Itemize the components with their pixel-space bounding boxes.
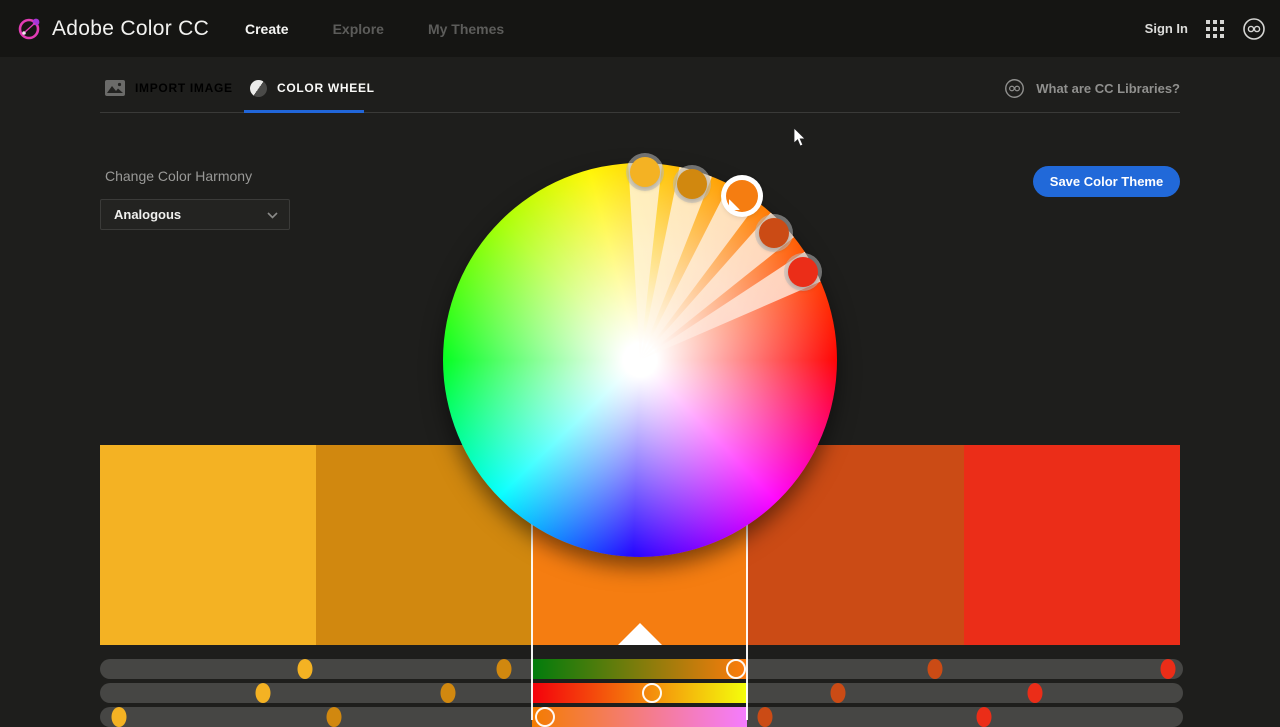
creative-cloud-icon[interactable] [1242,17,1266,41]
slider-gradient-track-row3[interactable] [532,707,747,727]
slider-ring-handle-row3[interactable] [535,707,555,727]
slider-handle-dot[interactable] [928,659,943,679]
swatch-1[interactable] [100,445,316,645]
slider-handle-dot[interactable] [441,683,456,703]
topbar: Adobe Color CC Create Explore My Themes … [0,0,1280,57]
nav-my-themes[interactable]: My Themes [428,21,504,37]
app-grid-icon[interactable] [1206,20,1224,38]
app-title: Adobe Color CC [52,17,209,41]
slider-handle-dot[interactable] [298,659,313,679]
creative-cloud-outline-icon [1004,78,1025,99]
mouse-cursor [793,128,807,148]
slider-handle-dot[interactable] [1161,659,1176,679]
slider-handle-dot[interactable] [831,683,846,703]
slider-ring-handle-row2[interactable] [642,683,662,703]
slider-ring-handle-row1[interactable] [726,659,746,679]
slider-handle-dot[interactable] [112,707,127,727]
cc-libraries-label: What are CC Libraries? [1036,81,1180,96]
nav-create[interactable]: Create [245,21,289,37]
slider-handle-dot[interactable] [327,707,342,727]
selected-swatch-pointer [618,623,662,645]
swatch-5[interactable] [964,445,1180,645]
slider-gradient-track-row2[interactable] [532,683,747,703]
nav-explore[interactable]: Explore [333,21,384,37]
wheel-handle-2[interactable] [677,169,707,199]
tab-color-wheel-label: COLOR WHEEL [277,81,375,95]
wheel-handle-3-active[interactable] [726,180,758,212]
tab-import-image-label: IMPORT IMAGE [135,81,233,95]
tab-import-image[interactable]: IMPORT IMAGE [105,76,233,100]
harmony-label: Change Color Harmony [105,168,252,184]
wheel-handle-1[interactable] [630,157,660,187]
slider-gradient-track-row1[interactable] [532,659,747,679]
slider-handle-dot[interactable] [758,707,773,727]
topbar-right: Sign In [1145,0,1266,57]
slider-handle-dot[interactable] [497,659,512,679]
wheel-handle-4[interactable] [759,218,789,248]
cc-libraries-link[interactable]: What are CC Libraries? [1004,76,1180,100]
chevron-down-icon [267,212,278,219]
wheel-handle-5[interactable] [788,257,818,287]
tab-color-wheel[interactable]: COLOR WHEEL [250,76,375,100]
slider-handle-dot[interactable] [1028,683,1043,703]
image-icon [105,80,125,96]
sign-in-link[interactable]: Sign In [1145,21,1188,36]
save-color-theme-button[interactable]: Save Color Theme [1033,166,1180,197]
adobe-color-cc-page: { "topbar": { "title": "Adobe Color CC",… [0,0,1280,720]
active-tab-underline [244,110,364,113]
harmony-dropdown[interactable]: Analogous [100,199,290,230]
brand[interactable]: Adobe Color CC [16,0,209,57]
harmony-selected-value: Analogous [114,207,181,222]
slider-handle-dot[interactable] [977,707,992,727]
top-navigation: Create Explore My Themes [245,0,504,57]
color-wheel-icon [250,80,267,97]
adobe-color-logo-icon [16,15,43,42]
slider-handle-dot[interactable] [256,683,271,703]
